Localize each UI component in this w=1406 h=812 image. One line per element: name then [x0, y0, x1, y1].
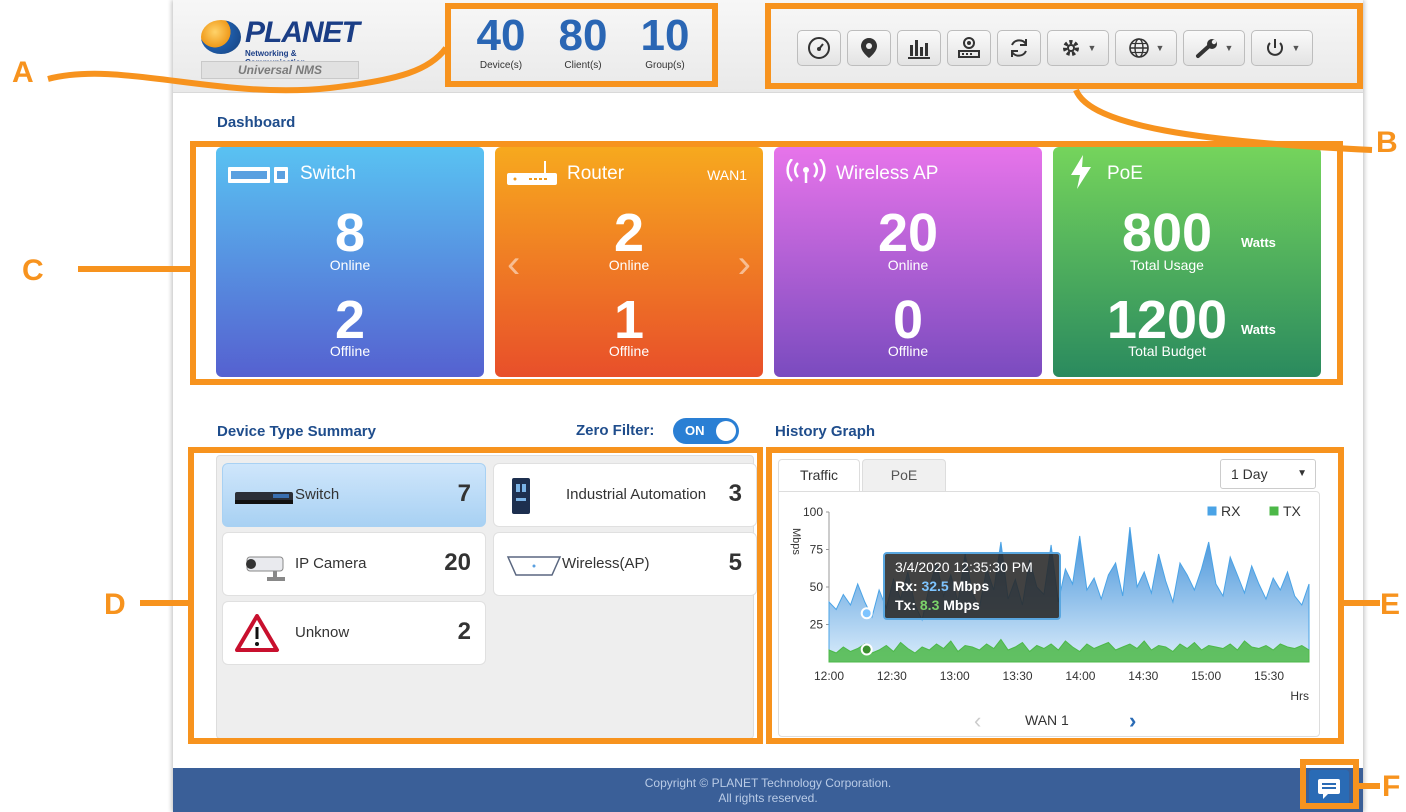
callout-c: C: [22, 254, 44, 287]
callout-e: E: [1380, 588, 1401, 621]
callout-a: A: [12, 56, 34, 89]
annotation-connectors: [47, 46, 1380, 789]
callout-b: B: [1376, 126, 1398, 159]
callout-d: D: [104, 588, 126, 621]
tab-traffic[interactable]: Traffic: [778, 459, 860, 491]
callout-f: F: [1382, 770, 1401, 803]
